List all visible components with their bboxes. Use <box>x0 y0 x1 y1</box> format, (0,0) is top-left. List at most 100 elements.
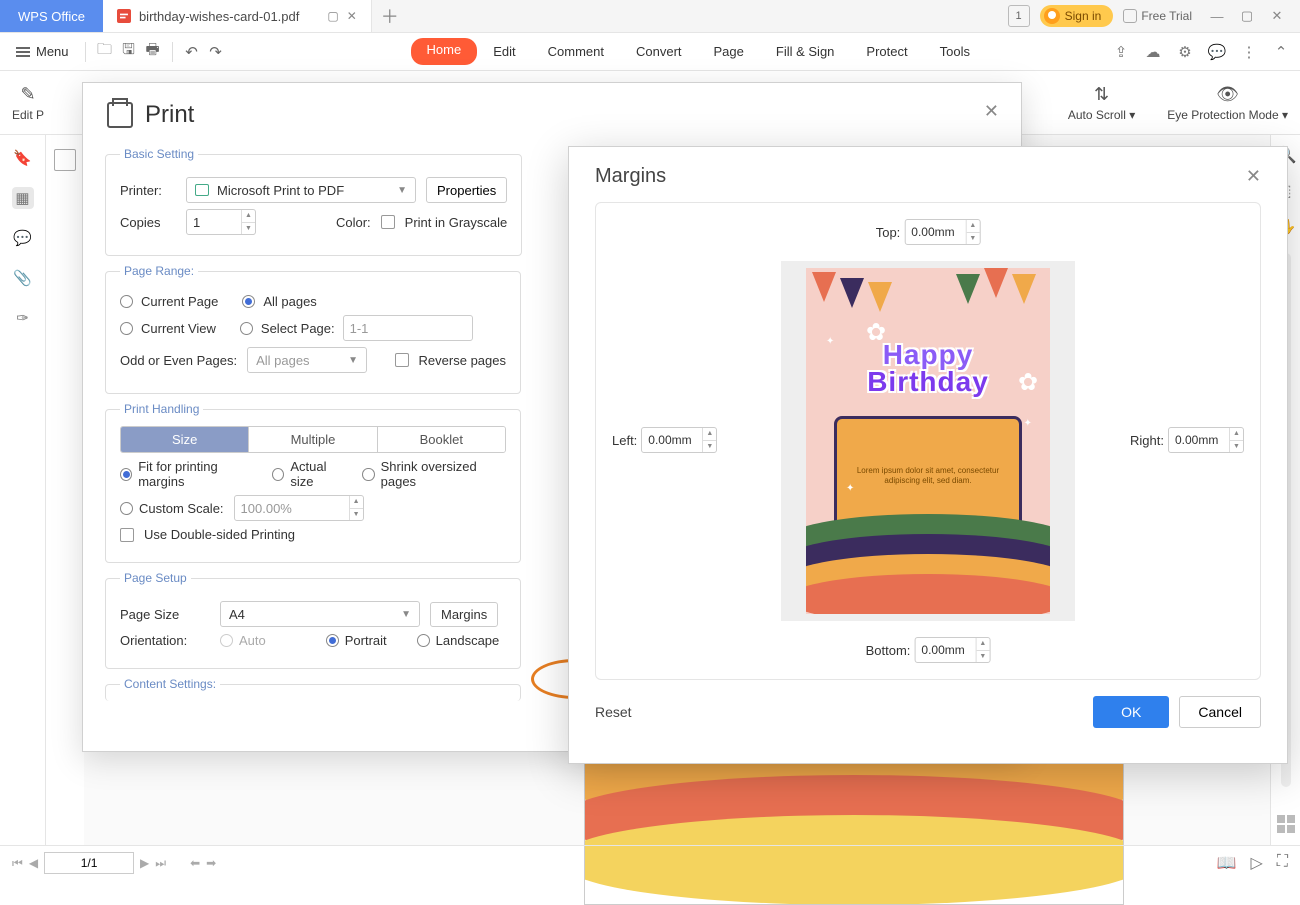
spin-down-icon[interactable]: ▼ <box>350 509 363 521</box>
printer-select[interactable]: Microsoft Print to PDF ▼ <box>186 177 416 203</box>
slideshow-icon[interactable]: ▷ <box>1250 853 1262 873</box>
properties-button[interactable]: Properties <box>426 177 507 203</box>
cloud-icon[interactable]: ☁ <box>1144 43 1162 61</box>
last-page-icon[interactable]: ⏭ <box>155 856 166 871</box>
caret-down-icon: ▼ <box>348 355 358 366</box>
all-pages-radio[interactable] <box>242 295 255 308</box>
thumbnail-icon[interactable] <box>54 149 76 171</box>
fullscreen-icon[interactable]: ⛶ <box>1277 853 1288 873</box>
restore-window-icon[interactable]: ▢ <box>327 9 338 23</box>
prev-page-icon[interactable]: ◀ <box>29 856 38 870</box>
app-name-chip[interactable]: WPS Office <box>0 0 103 32</box>
spin-down-icon[interactable]: ▼ <box>703 441 716 453</box>
grayscale-checkbox[interactable] <box>381 215 395 229</box>
thumbnails-icon[interactable]: ▦ <box>12 187 34 209</box>
current-view-radio[interactable] <box>120 322 133 335</box>
fit-margins-radio[interactable] <box>120 468 132 481</box>
margins-cancel-button[interactable]: Cancel <box>1179 696 1261 728</box>
tab-comment[interactable]: Comment <box>532 38 620 65</box>
document-tab[interactable]: birthday-wishes-card-01.pdf ▢ ✕ <box>103 0 372 32</box>
close-window-button[interactable]: ✕ <box>1262 0 1292 33</box>
undo-icon[interactable]: ↶ <box>183 43 201 61</box>
spin-down-icon[interactable]: ▼ <box>966 233 979 245</box>
spin-up-icon[interactable]: ▲ <box>350 496 363 509</box>
current-page-radio[interactable] <box>120 295 133 308</box>
grayscale-label: Print in Grayscale <box>405 215 508 230</box>
signature-icon[interactable]: ✑ <box>12 307 34 329</box>
settings-icon[interactable]: ⚙ <box>1176 43 1194 61</box>
spin-up-icon[interactable]: ▲ <box>966 220 979 233</box>
maximize-button[interactable]: ▢ <box>1232 0 1262 33</box>
landscape-radio[interactable] <box>417 634 430 647</box>
tab-page[interactable]: Page <box>698 38 760 65</box>
menu-button[interactable]: Menu <box>10 44 75 59</box>
chat-icon[interactable]: 💬 <box>1208 43 1226 61</box>
margins-ok-button[interactable]: OK <box>1093 696 1169 728</box>
page-input[interactable] <box>44 852 134 874</box>
tab-convert[interactable]: Convert <box>620 38 698 65</box>
margins-dialog-close[interactable]: ✕ <box>1246 166 1261 187</box>
tab-home[interactable]: Home <box>411 38 478 65</box>
more-icon[interactable]: ⋮ <box>1240 43 1258 61</box>
redo-icon[interactable]: ↷ <box>207 43 225 61</box>
save-icon[interactable]: 🖫 <box>120 43 138 61</box>
margin-left-input[interactable]: 0.00mm▲▼ <box>641 427 717 453</box>
spin-down-icon[interactable]: ▼ <box>242 223 255 235</box>
double-sided-checkbox[interactable] <box>120 528 134 542</box>
prev-view-icon[interactable]: ⬅ <box>190 856 200 870</box>
comments-icon[interactable]: 💬 <box>12 227 34 249</box>
page-size-select[interactable]: A4 ▼ <box>220 601 420 627</box>
first-page-icon[interactable]: ⏮ <box>12 856 23 871</box>
close-tab-icon[interactable]: ✕ <box>347 9 357 23</box>
seg-booklet[interactable]: Booklet <box>377 427 505 452</box>
tab-fill-sign[interactable]: Fill & Sign <box>760 38 851 65</box>
reverse-pages-checkbox[interactable] <box>395 353 409 367</box>
margins-button[interactable]: Margins <box>430 602 498 627</box>
copies-input[interactable]: 1 ▲▼ <box>186 209 256 235</box>
actual-size-radio[interactable] <box>272 468 284 481</box>
select-page-input[interactable] <box>343 315 473 341</box>
reading-mode-icon[interactable]: 📖 <box>1217 853 1237 873</box>
spin-up-icon[interactable]: ▲ <box>242 210 255 223</box>
select-page-radio[interactable] <box>240 322 253 335</box>
collapse-ribbon-icon[interactable]: ⌃ <box>1272 43 1290 61</box>
share-icon[interactable]: ⇪ <box>1112 43 1130 61</box>
ribbon-edit[interactable]: ✎ Edit P <box>12 83 44 122</box>
custom-scale-radio[interactable] <box>120 502 133 515</box>
next-page-icon[interactable]: ▶ <box>140 856 149 870</box>
ribbon-eye-protection[interactable]: 👁 Eye Protection Mode ▾ <box>1167 83 1288 122</box>
ribbon-edit-label: Edit P <box>12 108 44 122</box>
window-counter[interactable]: 1 <box>1008 5 1030 27</box>
odd-even-select[interactable]: All pages ▼ <box>247 347 367 373</box>
auto-orientation-radio[interactable] <box>220 634 233 647</box>
seg-size[interactable]: Size <box>121 427 248 452</box>
minimize-button[interactable]: — <box>1202 0 1232 33</box>
print-dialog-close[interactable]: ✕ <box>984 101 999 122</box>
new-tab-button[interactable]: ＋ <box>372 0 408 32</box>
next-view-icon[interactable]: ➡ <box>206 856 216 870</box>
grid-view-icon[interactable] <box>1277 815 1295 833</box>
margin-right-input[interactable]: 0.00mm▲▼ <box>1168 427 1244 453</box>
portrait-radio[interactable] <box>326 634 339 647</box>
print-icon[interactable]: 🖶 <box>144 43 162 61</box>
signin-button[interactable]: Sign in <box>1040 5 1114 27</box>
tab-edit[interactable]: Edit <box>477 38 531 65</box>
bookmark-icon[interactable]: 🔖 <box>12 147 34 169</box>
shrink-radio[interactable] <box>362 468 374 481</box>
tab-protect[interactable]: Protect <box>850 38 923 65</box>
free-trial-button[interactable]: Free Trial <box>1123 9 1192 23</box>
margin-bottom-input[interactable]: 0.00mm▲▼ <box>914 637 990 663</box>
spin-up-icon[interactable]: ▲ <box>1230 428 1243 441</box>
spin-down-icon[interactable]: ▼ <box>1230 441 1243 453</box>
ribbon-auto-scroll[interactable]: ⇅ Auto Scroll ▾ <box>1068 83 1135 122</box>
seg-multiple[interactable]: Multiple <box>248 427 376 452</box>
margin-top-input[interactable]: 0.00mm▲▼ <box>904 219 980 245</box>
attachments-icon[interactable]: 📎 <box>12 267 34 289</box>
tab-tools[interactable]: Tools <box>924 38 986 65</box>
open-folder-icon[interactable]: 🗀 <box>96 43 114 61</box>
margins-reset-button[interactable]: Reset <box>595 704 632 720</box>
spin-down-icon[interactable]: ▼ <box>976 651 989 663</box>
spin-up-icon[interactable]: ▲ <box>976 638 989 651</box>
custom-scale-input[interactable]: 100.00% ▲▼ <box>234 495 364 521</box>
spin-up-icon[interactable]: ▲ <box>703 428 716 441</box>
